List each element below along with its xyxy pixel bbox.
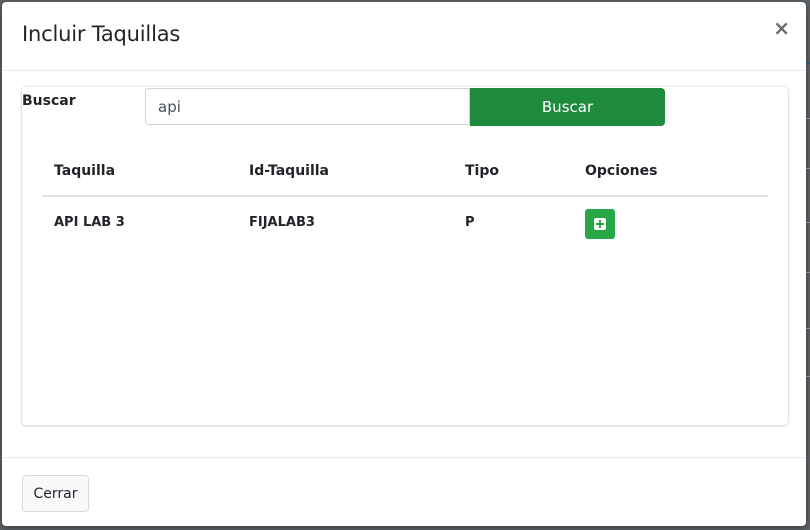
cerrar-button[interactable]: Cerrar bbox=[22, 475, 89, 512]
modal-header: Incluir Taquillas × bbox=[2, 2, 806, 71]
cell-taquilla: API LAB 3 bbox=[54, 215, 125, 230]
search-input[interactable] bbox=[145, 88, 470, 125]
header-id-taquilla: Id-Taquilla bbox=[249, 163, 330, 179]
close-icon[interactable]: × bbox=[773, 18, 790, 38]
plus-square-icon bbox=[594, 218, 606, 230]
add-taquilla-button[interactable] bbox=[585, 209, 615, 239]
table-row: API LAB 3 FIJALAB3 P bbox=[42, 197, 768, 247]
taquillas-table: Taquilla Id-Taquilla Tipo Opciones API L… bbox=[42, 151, 768, 247]
cell-id-taquilla: FIJALAB3 bbox=[249, 215, 315, 230]
search-label: Buscar bbox=[22, 93, 76, 109]
modal-footer: Cerrar bbox=[2, 457, 806, 527]
include-taquillas-modal: Incluir Taquillas × Buscar Buscar Taquil… bbox=[2, 2, 806, 526]
search-button[interactable]: Buscar bbox=[470, 88, 665, 126]
cell-tipo: P bbox=[465, 215, 475, 230]
modal-title: Incluir Taquillas bbox=[22, 22, 181, 46]
header-opciones: Opciones bbox=[585, 163, 658, 179]
header-tipo: Tipo bbox=[465, 163, 499, 179]
search-card: Buscar Buscar Taquilla Id-Taquilla Tipo … bbox=[22, 87, 788, 425]
table-header-row: Taquilla Id-Taquilla Tipo Opciones bbox=[42, 151, 768, 197]
header-taquilla: Taquilla bbox=[54, 163, 116, 179]
